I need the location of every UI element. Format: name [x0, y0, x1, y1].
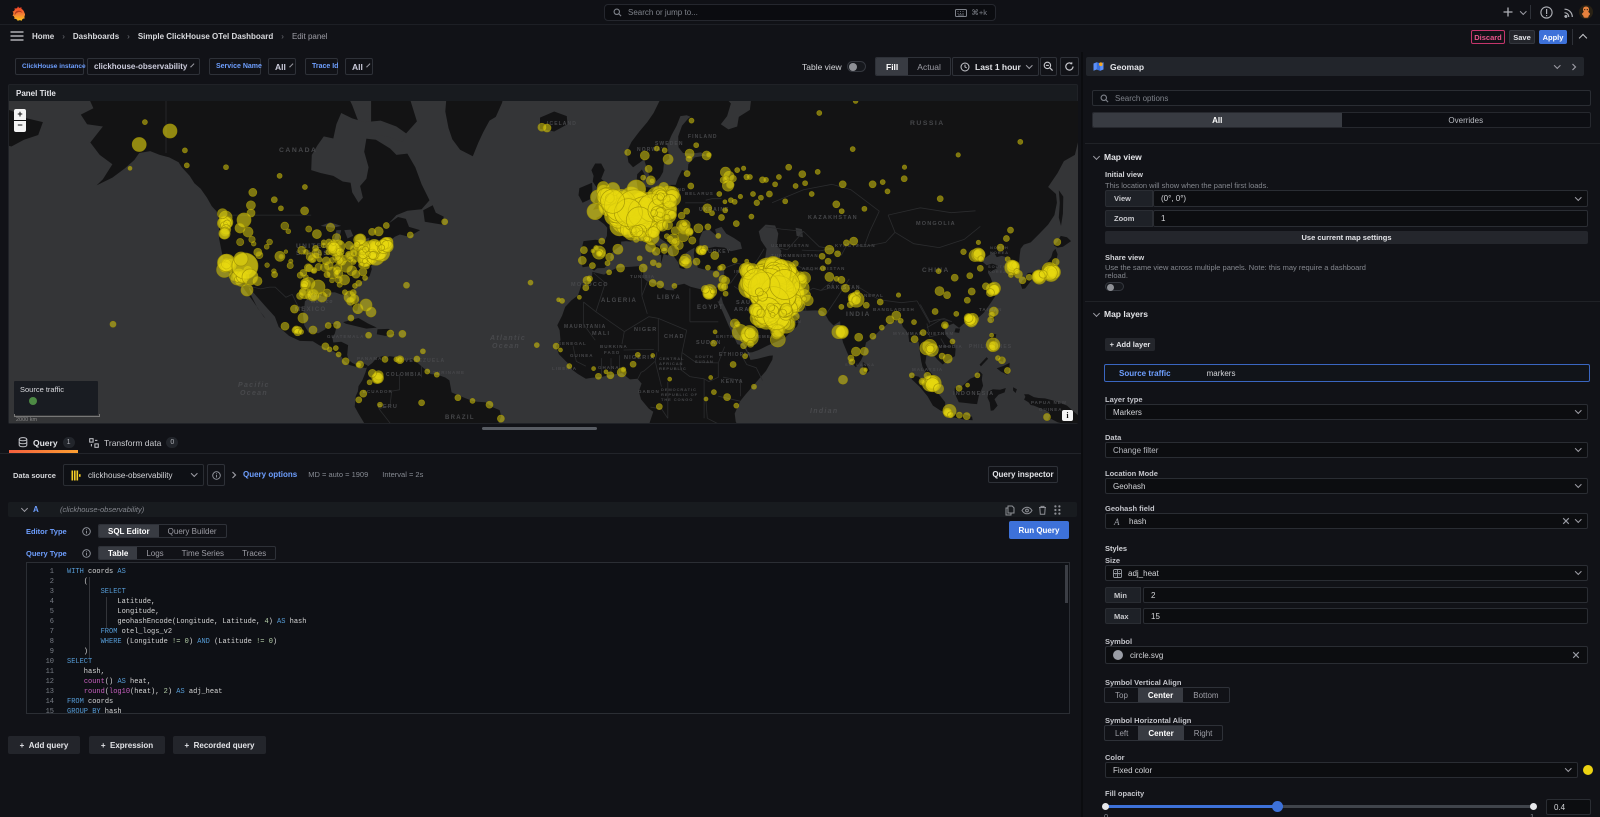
svg-text:BELARUS: BELARUS: [685, 191, 714, 196]
svg-text:BRAZIL: BRAZIL: [445, 415, 475, 421]
svg-text:TURKMENISTAN: TURKMENISTAN: [771, 253, 819, 258]
svg-text:TUNISIA: TUNISIA: [630, 274, 655, 279]
svg-text:MEXICO: MEXICO: [295, 307, 326, 313]
svg-text:NORWAY: NORWAY: [637, 147, 666, 153]
svg-text:REPUBLIC: REPUBLIC: [659, 366, 687, 371]
svg-text:MALI: MALI: [592, 331, 610, 337]
svg-text:Ocean: Ocean: [240, 390, 268, 397]
svg-text:MONGOLIA: MONGOLIA: [916, 221, 956, 227]
svg-text:GUINEA: GUINEA: [570, 353, 594, 358]
svg-text:KOREA: KOREA: [988, 269, 1007, 274]
svg-text:PANAMA: PANAMA: [357, 356, 382, 361]
svg-text:BANGLADESH: BANGLADESH: [873, 307, 915, 312]
svg-text:GHANA: GHANA: [598, 365, 620, 370]
svg-text:NIGER: NIGER: [634, 327, 657, 333]
svg-text:Atlantic: Atlantic: [489, 335, 526, 342]
svg-text:LIBYA: LIBYA: [657, 295, 681, 301]
svg-text:MALAYSIA: MALAYSIA: [912, 367, 943, 372]
svg-text:NEPAL: NEPAL: [864, 293, 884, 298]
svg-text:PAPUA NEW: PAPUA NEW: [1031, 400, 1067, 405]
svg-text:MYANMAR: MYANMAR: [893, 331, 923, 336]
svg-text:Ocean: Ocean: [492, 343, 520, 350]
svg-text:INDIA: INDIA: [846, 311, 871, 318]
svg-text:LIBERIA: LIBERIA: [552, 366, 577, 371]
svg-text:THE CONGO: THE CONGO: [661, 397, 693, 402]
svg-text:KAZAKHSTAN: KAZAKHSTAN: [808, 215, 858, 221]
svg-text:BURKINA: BURKINA: [600, 344, 628, 349]
svg-text:INDONESIA: INDONESIA: [953, 391, 994, 397]
svg-text:VENEZUELA: VENEZUELA: [405, 358, 445, 364]
svg-text:MAURITANIA: MAURITANIA: [564, 324, 606, 330]
svg-text:VIETNAM: VIETNAM: [927, 331, 954, 336]
svg-text:KENYA: KENYA: [721, 379, 744, 385]
svg-text:A: A: [1113, 517, 1120, 526]
svg-text:SUDAN: SUDAN: [695, 359, 714, 364]
svg-text:Pacific: Pacific: [238, 382, 270, 389]
svg-text:ICELAND: ICELAND: [547, 121, 577, 127]
svg-text:FASO: FASO: [604, 350, 620, 355]
svg-text:UZBEKISTAN: UZBEKISTAN: [771, 243, 810, 248]
svg-text:CHINA: CHINA: [922, 267, 950, 274]
svg-text:CANADA: CANADA: [279, 147, 317, 154]
svg-text:RUSSIA: RUSSIA: [910, 120, 945, 127]
svg-text:EGYPT: EGYPT: [697, 305, 724, 311]
svg-text:SENEGAL: SENEGAL: [558, 341, 587, 346]
svg-text:ECUADOR: ECUADOR: [363, 389, 393, 394]
svg-text:Indian: Indian: [810, 408, 838, 415]
svg-text:CHAD: CHAD: [664, 334, 685, 340]
svg-text:GABON: GABON: [638, 389, 660, 394]
svg-text:GUATEMALA: GUATEMALA: [327, 334, 364, 339]
svg-text:ALGERIA: ALGERIA: [601, 298, 637, 304]
svg-text:SUDAN: SUDAN: [696, 340, 722, 346]
svg-text:GUINEA: GUINEA: [1039, 407, 1063, 412]
svg-text:COLOMBIA: COLOMBIA: [386, 372, 422, 378]
svg-text:FINLAND: FINLAND: [688, 134, 718, 140]
svg-text:SWEDEN: SWEDEN: [655, 141, 684, 147]
